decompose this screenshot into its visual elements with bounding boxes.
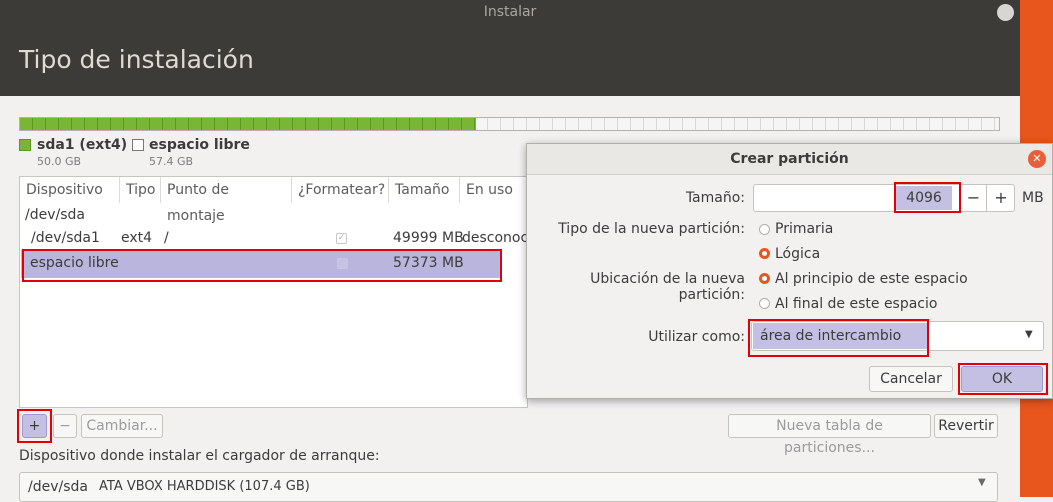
remove-partition-button[interactable]: − xyxy=(53,414,77,438)
legend-size-sda1: 50.0 GB xyxy=(37,155,82,168)
radio-primary[interactable] xyxy=(759,224,770,235)
radio-end[interactable] xyxy=(759,298,770,309)
bootloader-description: ATA VBOX HARDDISK (107.4 GB) xyxy=(99,479,310,494)
cancel-button[interactable]: Cancelar xyxy=(869,366,953,392)
size-unit: MB xyxy=(1022,190,1044,206)
chevron-down-icon: ▼ xyxy=(978,477,986,488)
disk-usage-bar-used xyxy=(20,118,477,130)
bootloader-device: /dev/sda xyxy=(28,479,88,495)
bootloader-label: Dispositivo donde instalar el cargador d… xyxy=(19,448,380,464)
partition-table[interactable]: Dispositivo Tipo Punto de montaje ¿Forma… xyxy=(19,176,528,408)
partition-type-label: Tipo de la nueva partición: xyxy=(558,221,745,237)
dialog-title: Crear partición xyxy=(730,151,849,167)
new-partition-table-button[interactable]: Nueva tabla de particiones... xyxy=(728,414,931,456)
legend-size-free: 57.4 GB xyxy=(149,155,194,168)
dialog-titlebar: Crear partición xyxy=(527,144,1052,175)
table-row[interactable]: /dev/sda1 ext4 / ✓ 49999 MB desconoc xyxy=(20,228,527,250)
row-size: 49999 MB xyxy=(393,230,464,246)
radio-beginning[interactable] xyxy=(759,273,770,284)
row-device: /dev/sda1 xyxy=(31,230,100,246)
legend-name-free: espacio libre xyxy=(149,137,250,153)
window-title: Instalar xyxy=(483,4,537,20)
location-label: Ubicación de la nueva partición: xyxy=(590,271,745,303)
highlight-add-button xyxy=(17,409,52,443)
page-title: Tipo de instalación xyxy=(19,45,254,74)
highlight-free-space-row xyxy=(22,249,502,282)
highlight-size-input xyxy=(894,182,961,213)
radio-end-label[interactable]: Al final de este espacio xyxy=(775,296,937,312)
column-header-format[interactable]: ¿Formatear? xyxy=(292,177,389,203)
chevron-down-icon: ▼ xyxy=(1025,329,1033,340)
column-header-mount[interactable]: Punto de montaje xyxy=(161,177,292,224)
radio-logical[interactable] xyxy=(759,248,770,259)
row-type: ext4 xyxy=(121,230,153,246)
column-header-used[interactable]: En uso xyxy=(460,177,527,203)
column-header-size[interactable]: Tamaño xyxy=(389,177,460,203)
use-as-label: Utilizar como: xyxy=(648,329,745,345)
window-titlebar: Instalar xyxy=(0,0,1020,24)
row-used: desconoc xyxy=(462,230,528,246)
revert-button[interactable]: Revertir xyxy=(934,414,998,438)
size-increment-button[interactable]: + xyxy=(986,185,1015,211)
table-device-group[interactable]: /dev/sda xyxy=(25,207,85,223)
legend-name-sda1: sda1 (ext4) xyxy=(37,137,128,153)
column-header-type[interactable]: Tipo xyxy=(120,177,161,203)
row-mount: / xyxy=(164,230,169,246)
bootloader-device-select[interactable]: /dev/sda ATA VBOX HARDDISK (107.4 GB) ▼ xyxy=(19,472,998,502)
format-checkbox-checked: ✓ xyxy=(336,233,347,244)
radio-logical-label[interactable]: Lógica xyxy=(775,246,820,262)
change-partition-button[interactable]: Cambiar... xyxy=(81,414,163,438)
highlight-ok-button xyxy=(958,363,1048,395)
window-close-icon[interactable] xyxy=(997,4,1014,21)
legend-swatch-free xyxy=(132,139,144,151)
disk-usage-bar xyxy=(19,117,1000,131)
create-partition-dialog: Crear partición ✕ Tamaño: 4096 − + MB Ti… xyxy=(526,143,1053,399)
size-label: Tamaño: xyxy=(685,190,745,206)
radio-primary-label[interactable]: Primaria xyxy=(775,221,833,237)
dialog-close-icon[interactable]: ✕ xyxy=(1028,150,1046,168)
legend-swatch-sda1 xyxy=(19,139,31,151)
column-header-device[interactable]: Dispositivo xyxy=(20,177,120,203)
highlight-use-as xyxy=(748,319,929,357)
size-spinbox[interactable]: 4096 − + xyxy=(753,184,1015,212)
radio-beginning-label[interactable]: Al principio de este espacio xyxy=(775,271,968,287)
size-decrement-button[interactable]: − xyxy=(959,185,987,211)
